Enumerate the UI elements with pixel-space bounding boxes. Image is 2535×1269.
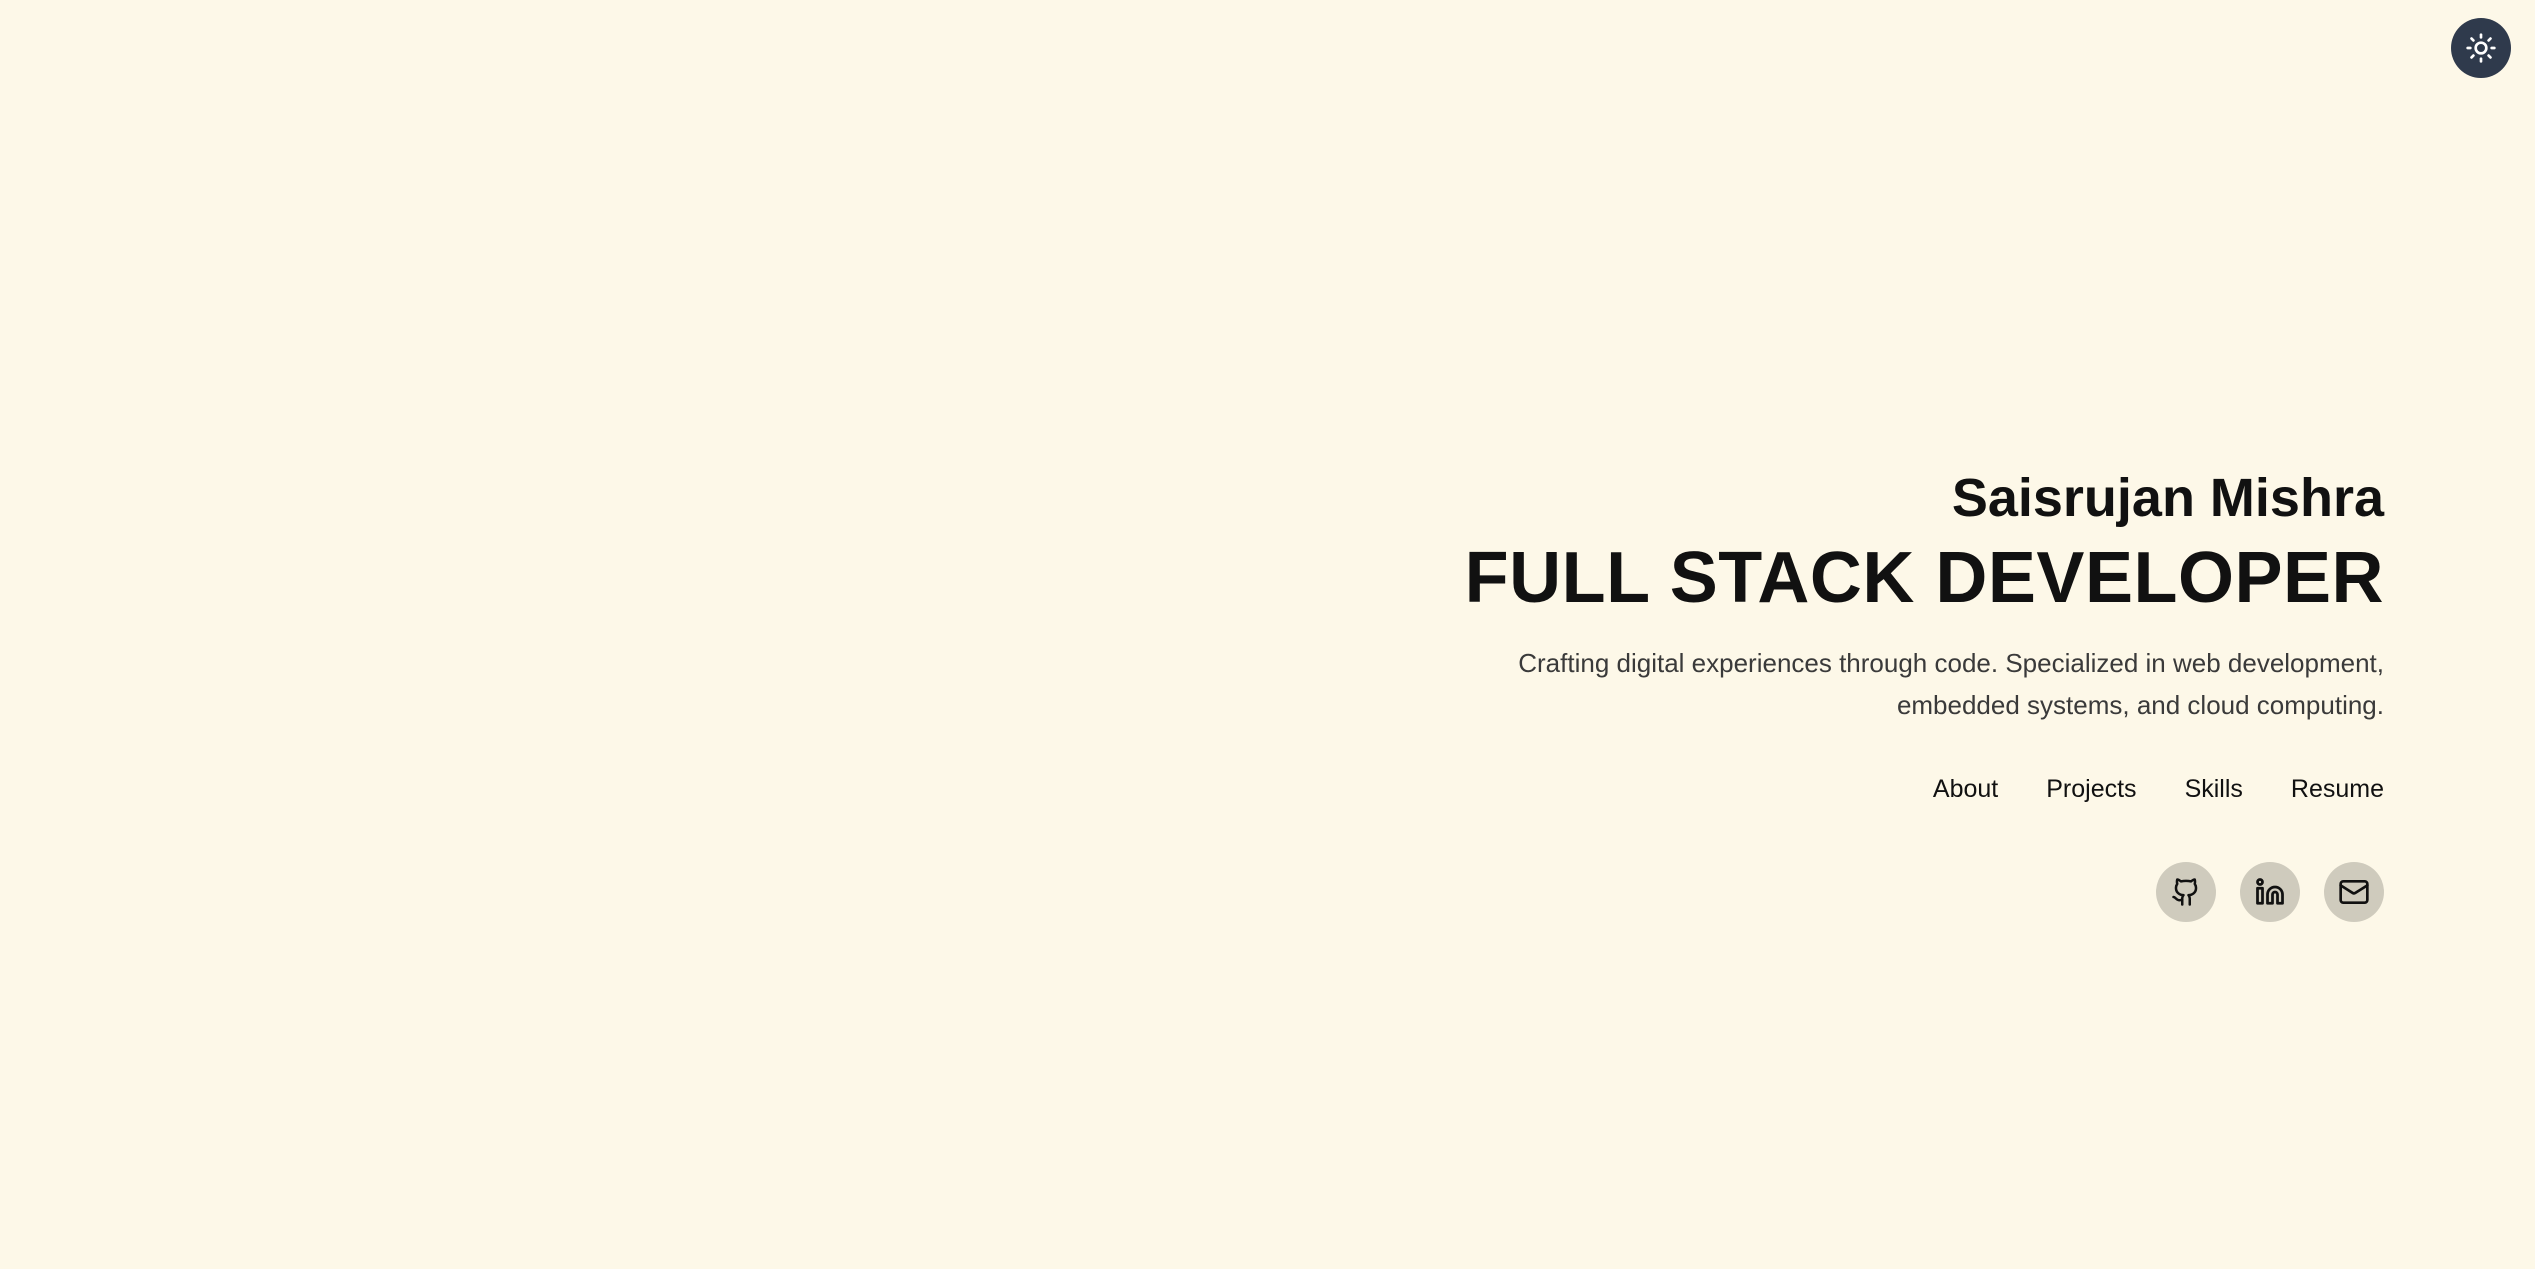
nav-about-link[interactable]: About (1933, 772, 1998, 806)
nav-skills-link[interactable]: Skills (2185, 772, 2243, 806)
theme-toggle-button[interactable] (2451, 18, 2511, 78)
social-links (1184, 862, 2384, 922)
hero-tagline-line1: Crafting digital experiences through cod… (1518, 648, 2384, 678)
hero-section: Saisrujan Mishra FULL STACK DEVELOPER Cr… (1184, 462, 2384, 922)
hero-name: Saisrujan Mishra (1951, 468, 2384, 528)
github-button[interactable] (2156, 862, 2216, 922)
page: Saisrujan Mishra FULL STACK DEVELOPER Cr… (0, 0, 2535, 1269)
hero-tagline-line2: embedded systems, and cloud computing. (1896, 690, 2384, 720)
mail-icon (2339, 880, 2369, 904)
mail-button[interactable] (2324, 862, 2384, 922)
nav-resume-link[interactable]: Resume (2291, 772, 2384, 806)
hero-tagline: Crafting digital experiences through cod… (1384, 642, 2384, 726)
github-icon (2172, 878, 2198, 906)
linkedin-button[interactable] (2240, 862, 2300, 922)
main-nav: About Projects Skills Resume (1184, 772, 2384, 806)
sun-icon (2466, 33, 2496, 63)
hero-role: FULL STACK DEVELOPER (1464, 538, 2384, 618)
nav-projects-link[interactable]: Projects (2046, 772, 2136, 806)
linkedin-icon (2256, 878, 2284, 905)
